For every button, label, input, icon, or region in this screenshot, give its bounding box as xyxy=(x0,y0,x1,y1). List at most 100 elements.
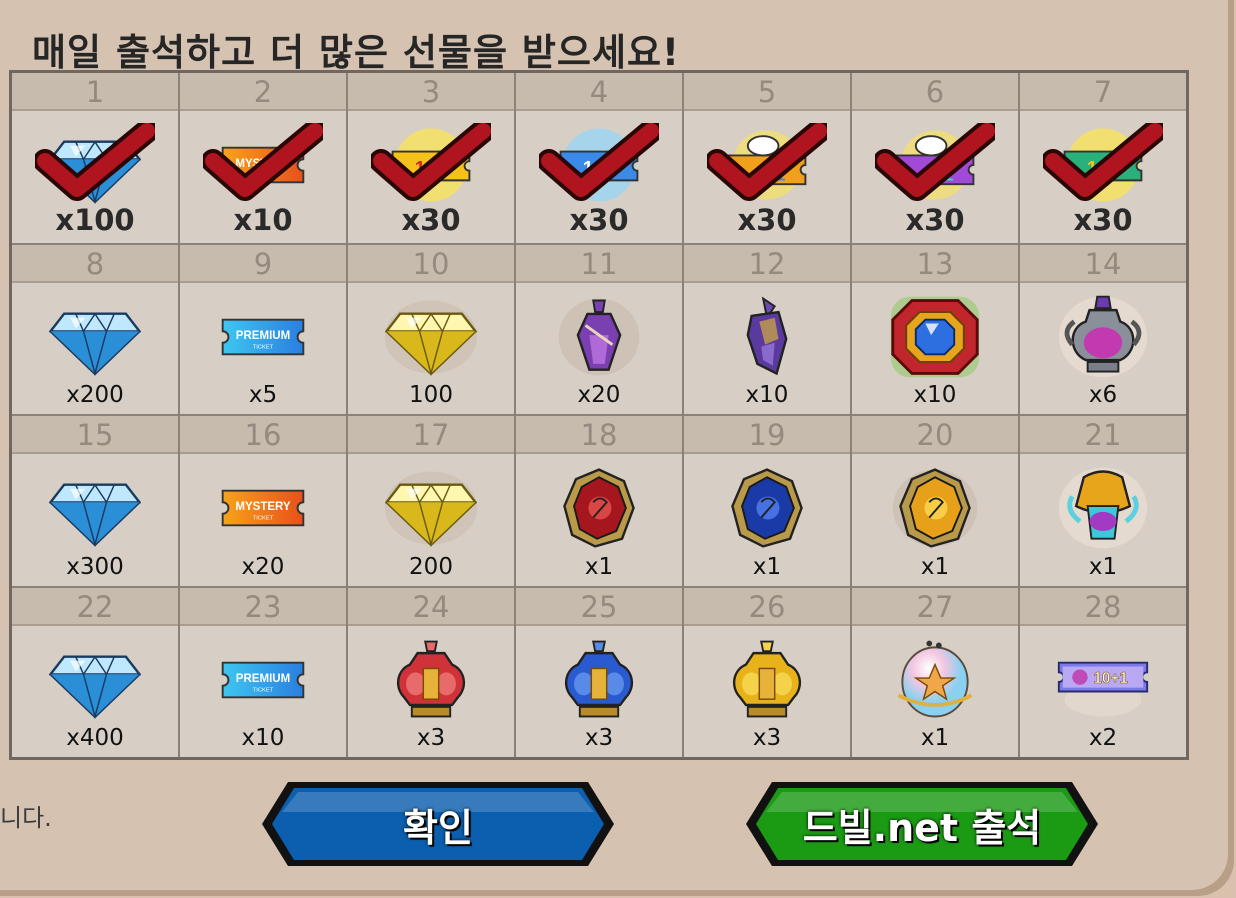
day-cell-2: 2 MYSTERY TICKET x10 xyxy=(180,73,346,243)
claimed-checkmark-icon xyxy=(707,123,827,201)
winged-helmet-icon xyxy=(1055,466,1151,550)
reward-quantity: x1 xyxy=(1088,553,1118,580)
gold-diamond-icon xyxy=(383,295,479,379)
day-number: 7 xyxy=(1020,73,1186,111)
reward-quantity: x1 xyxy=(920,553,950,580)
small-potion-icon xyxy=(551,295,647,379)
day-number: 9 xyxy=(180,244,346,283)
day-number: 23 xyxy=(180,587,346,626)
day-cell-28: 28 10+1 x2 xyxy=(1020,587,1186,757)
reward-quantity: x3 xyxy=(416,725,446,751)
reward-quantity: x1 xyxy=(920,725,950,751)
claimed-checkmark-icon xyxy=(35,123,155,201)
reward-quantity: 200 xyxy=(409,553,453,580)
reward-quantity: x1 xyxy=(584,553,614,580)
day-number: 11 xyxy=(516,244,682,283)
reward-quantity: x3 xyxy=(584,725,614,751)
day-cell-11: 11 x20 xyxy=(516,244,682,414)
day-number: 12 xyxy=(684,244,850,283)
reward-quantity: x10 xyxy=(745,382,789,408)
reward-quantity: x200 xyxy=(66,382,124,408)
day-number: 3 xyxy=(348,73,514,111)
reward-quantity: x10 xyxy=(241,725,285,751)
reward-quantity: x30 xyxy=(569,202,629,237)
dvil-attendance-button[interactable]: 드빌.net 출석 xyxy=(742,778,1102,870)
reward-quantity: x30 xyxy=(401,202,461,237)
day-number: 25 xyxy=(516,587,682,626)
day-cell-24: 24 x3 xyxy=(348,587,514,757)
mystery-ticket-icon: MYSTERY TICKET xyxy=(215,466,311,550)
day-number: 4 xyxy=(516,73,682,111)
footer-text: 니다. xyxy=(0,804,52,832)
day-cell-7: 7 1+1 x30 xyxy=(1020,73,1186,243)
day-cell-6: 6 1+1 x30 xyxy=(852,73,1018,243)
svg-text:PREMIUM: PREMIUM xyxy=(236,672,290,684)
diamond-icon xyxy=(47,466,143,550)
day-number: 20 xyxy=(852,416,1018,454)
day-cell-19: 19 x1 xyxy=(684,416,850,586)
page-title: 매일 출석하고 더 많은 선물을 받으세요! xyxy=(32,31,680,74)
day-cell-21: 21 x1 xyxy=(1020,416,1186,586)
day-number: 19 xyxy=(684,416,850,454)
reward-quantity: x3 xyxy=(752,725,782,751)
blue-rune-stone-icon xyxy=(719,466,815,550)
claimed-checkmark-icon xyxy=(539,123,659,201)
day-number: 13 xyxy=(852,244,1018,283)
svg-text:TICKET: TICKET xyxy=(253,344,274,350)
purple-urn-icon xyxy=(1055,295,1151,379)
reward-quantity: x30 xyxy=(1073,202,1133,237)
reward-quantity: x20 xyxy=(577,382,621,408)
day-cell-15: 15 x300 xyxy=(12,416,178,586)
day-number: 1 xyxy=(12,73,178,111)
reward-quantity: x10 xyxy=(233,202,293,237)
rainbow-egg-icon xyxy=(887,638,983,722)
confirm-label: 확인 xyxy=(403,805,473,850)
diamond-icon xyxy=(47,638,143,722)
day-cell-13: 13 x10 xyxy=(852,244,1018,414)
svg-text:TICKET: TICKET xyxy=(253,687,274,693)
svg-text:MYSTERY: MYSTERY xyxy=(235,501,291,513)
reward-quantity: x6 xyxy=(1088,382,1118,408)
premium-ticket-icon: PREMIUM TICKET xyxy=(215,295,311,379)
day-cell-10: 10 100 xyxy=(348,244,514,414)
day-cell-9: 9 PREMIUM TICKET x5 xyxy=(180,244,346,414)
day-cell-16: 16 MYSTERY TICKET x20 xyxy=(180,416,346,586)
day-number: 17 xyxy=(348,416,514,454)
red-urn-icon xyxy=(383,638,479,722)
day-cell-5: 5 1+1 x30 xyxy=(684,73,850,243)
reward-quantity: x30 xyxy=(737,202,797,237)
premium-ticket-icon: PREMIUM TICKET xyxy=(215,638,311,722)
svg-text:PREMIUM: PREMIUM xyxy=(236,329,290,341)
reward-quantity: x10 xyxy=(913,382,957,408)
gold-rune-stone-icon xyxy=(887,466,983,550)
claimed-checkmark-icon xyxy=(371,123,491,201)
claimed-checkmark-icon xyxy=(203,123,323,201)
day-number: 6 xyxy=(852,73,1018,111)
day-cell-25: 25 x3 xyxy=(516,587,682,757)
day-cell-14: 14 x6 xyxy=(1020,244,1186,414)
gold-diamond-icon xyxy=(383,466,479,550)
confirm-button[interactable]: 확인 xyxy=(258,778,618,870)
day-cell-26: 26 x3 xyxy=(684,587,850,757)
blue-urn-icon xyxy=(551,638,647,722)
day-number: 26 xyxy=(684,587,850,626)
day-cell-23: 23 PREMIUM TICKET x10 xyxy=(180,587,346,757)
day-cell-27: 27 x1 xyxy=(852,587,1018,757)
day-cell-3: 3 1+1 x30 xyxy=(348,73,514,243)
day-number: 16 xyxy=(180,416,346,454)
red-rune-stone-icon xyxy=(551,466,647,550)
day-number: 27 xyxy=(852,587,1018,626)
day-number: 21 xyxy=(1020,416,1186,454)
svg-text:TICKET: TICKET xyxy=(253,516,274,522)
day-number: 10 xyxy=(348,244,514,283)
day-cell-8: 8 x200 xyxy=(12,244,178,414)
crystal-shard-icon xyxy=(719,295,815,379)
reward-quantity: x5 xyxy=(248,382,278,408)
reward-quantity: x400 xyxy=(66,725,124,751)
10plus1-ticket-icon: 10+1 xyxy=(1055,638,1151,722)
claimed-checkmark-icon xyxy=(1043,123,1163,201)
attendance-grid: 1 x100 2 MYSTERY TICKET x10 3 1+1 x30 4 xyxy=(9,70,1189,760)
claimed-checkmark-icon xyxy=(875,123,995,201)
day-cell-20: 20 x1 xyxy=(852,416,1018,586)
day-number: 18 xyxy=(516,416,682,454)
